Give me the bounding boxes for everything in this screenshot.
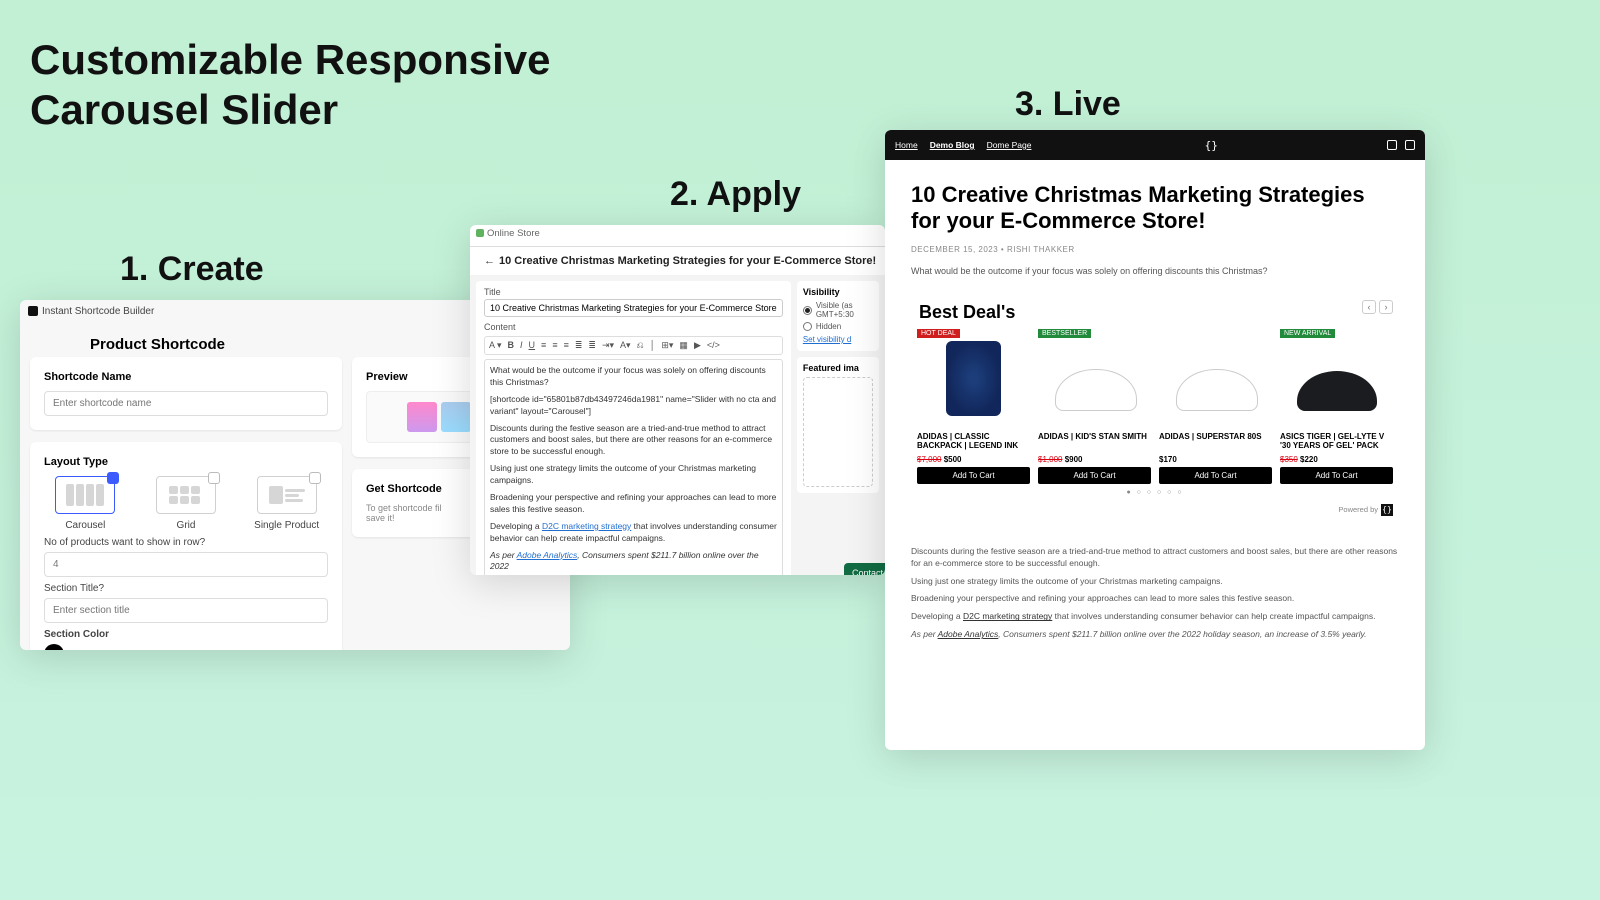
editor-toolbar[interactable]: A ▾BIU≡≡≡≣≣⇥▾A▾⎌│⊞▾▦▶</> xyxy=(484,336,783,355)
cart-icon[interactable] xyxy=(1405,140,1415,150)
visibility-visible[interactable]: Visible (as GMT+5:30 xyxy=(803,301,873,319)
title-label: Title xyxy=(484,287,783,297)
product-card[interactable]: ADIDAS | SUPERSTAR 80S $170 Add To Cart xyxy=(1159,329,1272,484)
powered-by: Powered by{} xyxy=(917,504,1393,516)
product-price: $7,000 $500 xyxy=(917,455,1030,464)
body-p3: Broadening your perspective and refining… xyxy=(911,593,1399,605)
product-badge: HOT DEAL xyxy=(917,329,960,338)
rows-input[interactable] xyxy=(44,552,328,577)
product-price: $350 $220 xyxy=(1280,455,1393,464)
contact-button[interactable]: Contact xyxy=(844,563,885,575)
layout-single[interactable]: Single Product xyxy=(245,476,328,531)
body-p5: As per Adobe Analytics, Consumers spent … xyxy=(911,629,1399,641)
body-p4: Developing a D2C marketing strategy that… xyxy=(911,611,1399,623)
visibility-card: Visibility Visible (as GMT+5:30 Hidden S… xyxy=(797,281,879,351)
page-heading: Customizable Responsive Carousel Slider xyxy=(30,35,550,136)
add-to-cart-button[interactable]: Add To Cart xyxy=(1280,467,1393,484)
nav-blog[interactable]: Demo Blog xyxy=(930,140,975,150)
content-editor[interactable]: What would be the outcome if your focus … xyxy=(484,359,783,575)
product-name: ADIDAS | SUPERSTAR 80S xyxy=(1159,432,1272,452)
product-price: $170 xyxy=(1159,455,1272,464)
product-name: ADIDAS | CLASSIC BACKPACK | LEGEND INK xyxy=(917,432,1030,452)
product-badge: NEW ARRIVAL xyxy=(1280,329,1335,338)
brand-logo: {} xyxy=(1043,139,1379,152)
editor-topbar: Online Store xyxy=(470,225,885,247)
step-2-label: 2. Apply xyxy=(670,175,801,214)
section-title-label: Section Title? xyxy=(44,583,328,594)
rows-label: No of products want to show in row? xyxy=(44,537,328,548)
step-3-label: 3. Live xyxy=(1015,85,1121,124)
layout-type-label: Layout Type xyxy=(44,456,328,468)
live-panel: Home Demo Blog Dome Page {} 10 Creative … xyxy=(885,130,1425,750)
product-card[interactable]: NEW ARRIVAL ASICS TIGER | GEL-LYTE V '30… xyxy=(1280,329,1393,484)
featured-image-drop[interactable] xyxy=(803,377,873,487)
section-color-label: Section Color xyxy=(44,629,328,640)
search-icon[interactable] xyxy=(1387,140,1397,150)
product-name: ADIDAS | KID'S STAN SMITH xyxy=(1038,432,1151,452)
apply-panel: Online Store ←10 Creative Christmas Mark… xyxy=(470,225,885,575)
layout-grid[interactable]: Grid xyxy=(145,476,228,531)
section-title-input[interactable] xyxy=(44,598,328,623)
shortcode-name-card: Shortcode Name xyxy=(30,357,342,430)
body-p2: Using just one strategy limits the outco… xyxy=(911,576,1399,588)
carousel-prev[interactable]: ‹ xyxy=(1362,300,1376,314)
product-price: $1,000 $900 xyxy=(1038,455,1151,464)
storefront-nav: Home Demo Blog Dome Page {} xyxy=(885,130,1425,160)
shortcode-name-input[interactable] xyxy=(44,391,328,416)
carousel-next[interactable]: › xyxy=(1379,300,1393,314)
title-input[interactable] xyxy=(484,299,783,317)
deals-heading: Best Deal's xyxy=(919,302,1393,323)
featured-image-card: Featured ima xyxy=(797,357,879,493)
product-badge: BESTSELLER xyxy=(1038,329,1091,338)
back-arrow-icon[interactable]: ← xyxy=(484,255,495,267)
product-card[interactable]: HOT DEAL ADIDAS | CLASSIC BACKPACK | LEG… xyxy=(917,329,1030,484)
carousel-dots[interactable]: ● ○ ○ ○ ○ ○ xyxy=(917,489,1393,496)
product-name: ASICS TIGER | GEL-LYTE V '30 YEARS OF GE… xyxy=(1280,432,1393,452)
nav-home[interactable]: Home xyxy=(895,140,918,150)
article-meta: DECEMBER 15, 2023 • RISHI THAKKER xyxy=(911,245,1399,254)
add-to-cart-button[interactable]: Add To Cart xyxy=(917,467,1030,484)
editor-title: ←10 Creative Christmas Marketing Strateg… xyxy=(470,247,885,275)
set-visibility-link[interactable]: Set visibility d xyxy=(803,335,851,344)
deals-section: ‹› Best Deal's HOT DEAL ADIDAS | CLASSIC… xyxy=(911,294,1399,522)
step-1-label: 1. Create xyxy=(120,250,264,289)
add-to-cart-button[interactable]: Add To Cart xyxy=(1159,467,1272,484)
product-card[interactable]: BESTSELLER ADIDAS | KID'S STAN SMITH $1,… xyxy=(1038,329,1151,484)
article-title: 10 Creative Christmas Marketing Strategi… xyxy=(911,182,1399,235)
shortcode-name-label: Shortcode Name xyxy=(44,371,328,383)
layout-type-card: Layout Type Carousel Grid xyxy=(30,442,342,650)
body-p1: Discounts during the festive season are … xyxy=(911,546,1399,570)
add-to-cart-button[interactable]: Add To Cart xyxy=(1038,467,1151,484)
content-label: Content xyxy=(484,322,783,332)
article-lead: What would be the outcome if your focus … xyxy=(911,266,1399,276)
nav-demo[interactable]: Dome Page xyxy=(987,140,1032,150)
visibility-hidden[interactable]: Hidden xyxy=(803,322,873,331)
layout-carousel[interactable]: Carousel xyxy=(44,476,127,531)
